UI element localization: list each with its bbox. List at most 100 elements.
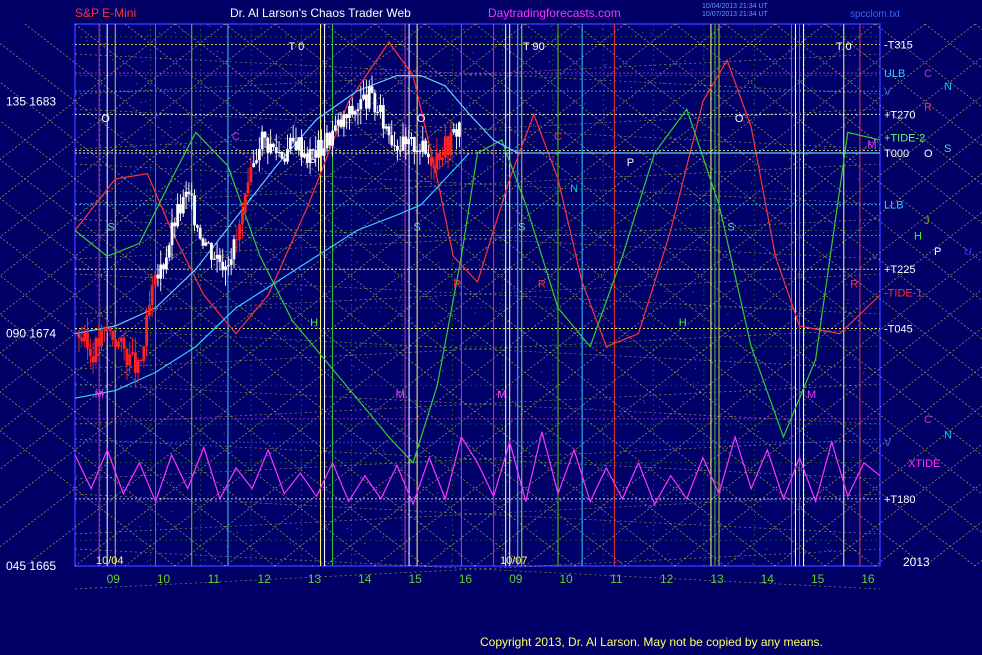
price-bar-body (153, 274, 157, 286)
star-dot (128, 91, 130, 93)
star-dot (477, 96, 479, 98)
star-dot (730, 356, 732, 358)
star-dot (123, 425, 125, 427)
star-dot (758, 40, 760, 42)
x-tick-label-10: 11 (610, 572, 623, 586)
price-bar-body (117, 341, 120, 348)
star-dot (445, 303, 447, 305)
price-bar-body (100, 330, 103, 347)
star-dot (469, 102, 471, 104)
price-bar-body (162, 264, 165, 270)
star-dot (788, 49, 790, 51)
price-bar-body (260, 131, 264, 150)
star-dot (754, 175, 756, 177)
price-bar-body (325, 132, 329, 149)
star-dot (715, 422, 717, 424)
star-dot (168, 262, 170, 264)
star-dot (263, 157, 265, 159)
star-dot (181, 408, 183, 410)
star-dot (421, 512, 423, 514)
plot-letter-1: T 90 (523, 41, 545, 53)
price-bar-body (173, 222, 177, 227)
star-dot (452, 262, 454, 264)
star-dot (342, 127, 344, 129)
star-dot (858, 324, 860, 326)
star-dot (369, 473, 371, 475)
star-dot (450, 560, 452, 562)
price-bar-body (350, 106, 354, 115)
star-dot (410, 317, 412, 319)
star-dot (667, 553, 669, 555)
price-bar-body (288, 137, 292, 150)
star-dot (173, 200, 175, 202)
price-bar-body (91, 356, 95, 363)
star-dot (696, 187, 698, 189)
y-tick-label-0: 135 1683 (6, 94, 56, 108)
star-dot (469, 327, 471, 329)
right-label-8: S (944, 143, 951, 155)
star-dot (587, 548, 589, 550)
star-dot (335, 217, 337, 219)
star-dot (406, 146, 408, 148)
price-bar-body (255, 160, 258, 164)
star-dot (341, 38, 343, 40)
star-dot (573, 101, 575, 103)
star-dot (411, 30, 413, 32)
star-dot (273, 432, 275, 434)
plot-letter-14: S (727, 221, 734, 233)
price-bar-body (353, 111, 357, 115)
star-dot (681, 525, 683, 527)
right-label-19: C (924, 414, 932, 426)
star-dot (693, 383, 695, 385)
instrument-label: S&P E-Mini (75, 6, 136, 20)
star-dot (548, 546, 550, 548)
star-dot (821, 490, 823, 492)
star-dot (550, 25, 552, 27)
price-bar-body (218, 254, 222, 262)
star-dot (872, 86, 874, 88)
star-dot (80, 391, 82, 393)
star-dot (875, 40, 877, 42)
star-dot (182, 416, 184, 418)
star-dot (182, 466, 184, 468)
site-url: Daytradingforecasts.com (488, 6, 621, 20)
star-dot (759, 505, 761, 507)
price-bar-body (125, 348, 129, 366)
star-dot (196, 351, 198, 353)
star-dot (805, 130, 807, 132)
star-dot (198, 442, 200, 444)
price-bar-body (300, 137, 304, 158)
price-bar-body (418, 150, 422, 152)
star-dot (750, 182, 752, 184)
star-dot (142, 459, 144, 461)
right-label-5: R (924, 102, 932, 114)
star-dot (204, 559, 206, 561)
star-dot (325, 524, 327, 526)
star-dot (867, 277, 869, 279)
price-bar-body (246, 182, 250, 194)
star-dot (315, 538, 317, 540)
star-dot (511, 37, 513, 39)
star-dot (90, 191, 92, 193)
right-label-7: +TIDE-2 (884, 133, 925, 145)
price-bar-body (376, 111, 380, 113)
star-dot (279, 77, 281, 79)
star-dot (459, 468, 461, 470)
star-dot (542, 94, 544, 96)
star-dot (458, 379, 460, 381)
star-dot (623, 407, 625, 409)
star-dot (442, 496, 444, 498)
star-dot (609, 82, 611, 84)
star-dot (355, 33, 357, 35)
star-dot (481, 435, 483, 437)
price-bar-body (97, 338, 101, 347)
star-dot (513, 288, 515, 290)
price-bar-body (277, 151, 281, 153)
star-dot (769, 332, 771, 334)
star-dot (367, 357, 369, 359)
star-dot (283, 515, 285, 517)
price-bar-body (317, 139, 320, 158)
star-dot (757, 431, 759, 433)
star-dot (283, 83, 285, 85)
star-dot (329, 194, 331, 196)
